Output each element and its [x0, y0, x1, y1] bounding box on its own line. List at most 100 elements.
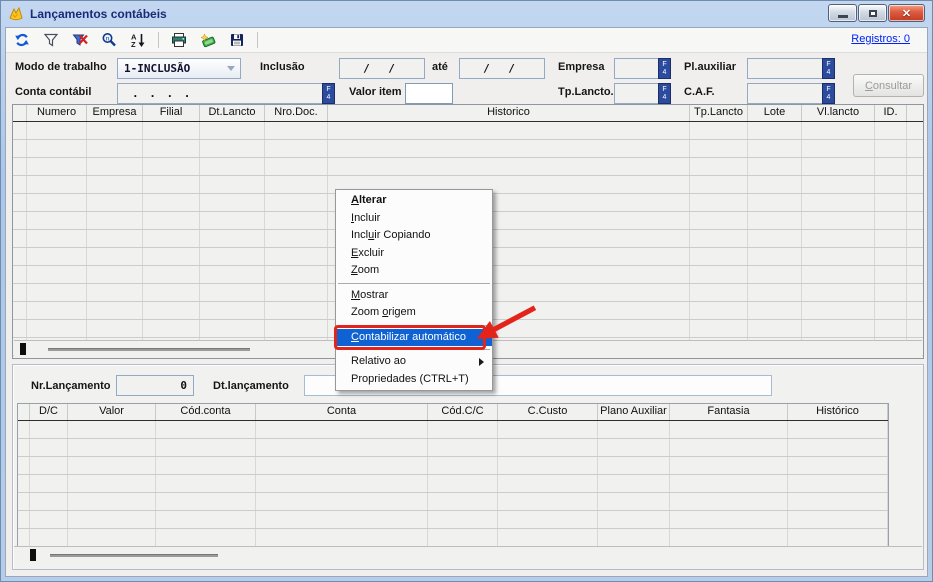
col-header-tp-lancto[interactable]: Tp.Lancto	[690, 105, 748, 121]
table-cell	[156, 421, 256, 438]
print-icon[interactable]	[170, 31, 188, 49]
table-cell	[598, 421, 670, 438]
col-header-c-d-c-c[interactable]: Cód.C/C	[428, 404, 498, 420]
conta-contabil-f4-button[interactable]: F4	[322, 83, 335, 104]
col-header-conta[interactable]: Conta	[256, 404, 428, 420]
tp-lancto-field[interactable]	[614, 83, 659, 104]
table-row[interactable]	[18, 529, 888, 547]
filter-icon[interactable]	[42, 31, 60, 49]
caf-f4-button[interactable]: F4	[822, 83, 835, 104]
col-header-vl-lancto[interactable]: Vl.lancto	[802, 105, 875, 121]
col-header-lote[interactable]: Lote	[748, 105, 802, 121]
col-header-numero[interactable]: Numero	[27, 105, 87, 121]
table-cell	[428, 421, 498, 438]
money-icon[interactable]	[199, 31, 217, 49]
col-header-plano-auxiliar[interactable]: Plano Auxiliar	[598, 404, 670, 420]
table-cell	[748, 140, 802, 157]
scrollbar-thumb[interactable]	[48, 348, 250, 351]
refresh-icon[interactable]	[13, 31, 31, 49]
empresa-field[interactable]	[614, 58, 659, 79]
ate-date-field[interactable]: / /	[459, 58, 545, 79]
save-icon[interactable]	[228, 31, 246, 49]
table-cell	[156, 439, 256, 456]
search-icon[interactable]: n	[100, 31, 118, 49]
table-cell	[670, 457, 788, 474]
table-cell	[690, 140, 748, 157]
caf-field[interactable]	[747, 83, 823, 104]
table-row[interactable]	[18, 421, 888, 439]
scrollbar-thumb[interactable]	[50, 554, 218, 557]
pl-auxiliar-field[interactable]	[747, 58, 823, 79]
menu-item-relativo-ao[interactable]: Relativo ao	[336, 353, 492, 371]
table-cell	[68, 511, 156, 528]
close-button[interactable]: ✕	[888, 4, 925, 22]
toolbar: n AZ	[6, 28, 927, 53]
lower-hscrollbar[interactable]	[14, 546, 922, 563]
table-row[interactable]	[18, 475, 888, 493]
inclusao-date-field[interactable]: / /	[339, 58, 425, 79]
table-cell	[30, 529, 68, 546]
col-header-hist-rico[interactable]: Histórico	[788, 404, 888, 420]
col-header-c-custo[interactable]: C.Custo	[498, 404, 598, 420]
table-row[interactable]	[13, 158, 923, 176]
col-header-filial[interactable]: Filial	[143, 105, 200, 121]
table-cell	[27, 302, 87, 319]
caf-label: C.A.F.	[684, 86, 715, 98]
menu-item-incluir[interactable]: Incluir	[336, 210, 492, 228]
col-header-valor[interactable]: Valor	[68, 404, 156, 420]
table-cell	[690, 122, 748, 139]
window-title: Lançamentos contábeis	[30, 7, 167, 21]
menu-separator	[338, 325, 490, 326]
sort-az-icon[interactable]: AZ	[129, 31, 147, 49]
menu-item-zoom-origem[interactable]: Zoom origem	[336, 304, 492, 322]
col-header-nro-doc[interactable]: Nro.Doc.	[265, 105, 328, 121]
maximize-button[interactable]	[858, 4, 887, 22]
menu-item-alterar[interactable]: Alterar	[336, 192, 492, 210]
menu-item-propriedades-ctrl-t[interactable]: Propriedades (CTRL+T)	[336, 371, 492, 389]
menu-item-excluir[interactable]: Excluir	[336, 245, 492, 263]
table-cell	[13, 302, 27, 319]
table-cell	[200, 248, 265, 265]
modo-trabalho-dropdown[interactable]: 1-INCLUSÃO	[117, 58, 241, 79]
table-cell	[13, 122, 27, 139]
nr-lancamento-field[interactable]: 0	[116, 375, 194, 396]
col-header-dt-lancto[interactable]: Dt.Lancto	[200, 105, 265, 121]
minimize-button[interactable]	[828, 4, 857, 22]
menu-item-incluir-copiando[interactable]: Incluir Copiando	[336, 227, 492, 245]
menu-item-contabilizar-autom-tico[interactable]: Contabilizar automático	[336, 329, 492, 347]
pl-auxiliar-f4-button[interactable]: F4	[822, 58, 835, 79]
menu-separator	[338, 349, 490, 350]
col-header-d-c[interactable]: D/C	[30, 404, 68, 420]
conta-contabil-field[interactable]: . . . .	[117, 83, 323, 104]
consultar-button[interactable]: Consultar	[853, 74, 924, 97]
titlebar[interactable]: Lançamentos contábeis ✕	[1, 1, 932, 27]
table-cell	[670, 475, 788, 492]
col-header-c-d-conta[interactable]: Cód.conta	[156, 404, 256, 420]
table-cell	[27, 194, 87, 211]
col-header-empresa[interactable]: Empresa	[87, 105, 143, 121]
table-row[interactable]	[13, 122, 923, 140]
context-menu: AlterarIncluirIncluir CopiandoExcluirZoo…	[335, 189, 493, 391]
table-cell	[143, 140, 200, 157]
valor-item-input[interactable]	[405, 83, 453, 104]
row-selector-header[interactable]	[18, 404, 30, 420]
clear-filter-icon[interactable]	[71, 31, 89, 49]
menu-item-mostrar[interactable]: Mostrar	[336, 287, 492, 305]
row-selector-header[interactable]	[13, 105, 27, 121]
table-row[interactable]	[13, 140, 923, 158]
table-cell	[498, 475, 598, 492]
pl-auxiliar-label: Pl.auxiliar	[684, 61, 736, 73]
table-row[interactable]	[18, 439, 888, 457]
tp-lancto-f4-button[interactable]: F4	[658, 83, 671, 104]
table-row[interactable]	[18, 511, 888, 529]
col-header-id[interactable]: ID.	[875, 105, 907, 121]
record-indicator	[30, 549, 36, 561]
menu-item-zoom[interactable]: Zoom	[336, 262, 492, 280]
empresa-f4-button[interactable]: F4	[658, 58, 671, 79]
col-header-historico[interactable]: Historico	[328, 105, 690, 121]
table-row[interactable]	[18, 457, 888, 475]
col-header-fantasia[interactable]: Fantasia	[670, 404, 788, 420]
registros-link[interactable]: Registros: 0	[851, 33, 910, 45]
table-row[interactable]	[18, 493, 888, 511]
table-cell	[13, 266, 27, 283]
